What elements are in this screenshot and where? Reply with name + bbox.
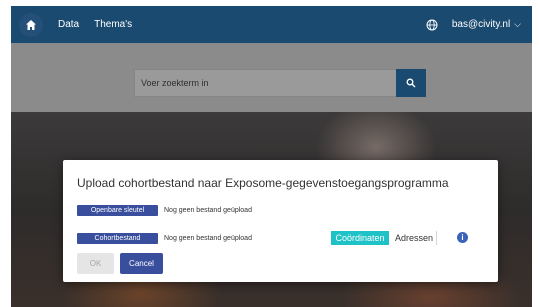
nav-right-group: bas@civity.nl ⌵ <box>426 19 521 31</box>
public-key-button[interactable]: Openbare sleutel <box>77 205 158 216</box>
search-bar: Voer zoekterm in <box>134 69 426 97</box>
nav-link-themas[interactable]: Thema's <box>94 19 132 30</box>
home-button[interactable] <box>19 12 43 37</box>
modal-title: Upload cohortbestand naar Exposome-gegev… <box>77 176 449 190</box>
home-icon <box>26 19 36 30</box>
search-icon <box>406 78 416 88</box>
user-menu[interactable]: bas@civity.nl <box>452 19 510 30</box>
cohort-file-status: Nog geen bestand geüpload <box>164 235 252 242</box>
cohort-file-button[interactable]: Cohortbestand <box>77 233 158 244</box>
toggle-addresses[interactable]: Adressen <box>392 231 437 245</box>
search-button[interactable] <box>396 69 426 97</box>
chevron-down-icon[interactable]: ⌵ <box>514 19 521 30</box>
globe-icon[interactable] <box>426 19 438 31</box>
ok-button[interactable]: OK <box>77 253 114 274</box>
upload-modal: Upload cohortbestand naar Exposome-gegev… <box>63 160 498 282</box>
search-input[interactable]: Voer zoekterm in <box>134 69 396 97</box>
info-icon[interactable]: i <box>457 232 468 243</box>
top-navigation-bar: Data Thema's bas@civity.nl ⌵ <box>11 6 532 43</box>
public-key-status: Nog geen bestand geüpload <box>164 207 252 214</box>
nav-link-data[interactable]: Data <box>58 19 79 30</box>
toggle-coordinates[interactable]: Coördinaten <box>331 231 389 245</box>
cancel-button[interactable]: Cancel <box>120 253 163 274</box>
